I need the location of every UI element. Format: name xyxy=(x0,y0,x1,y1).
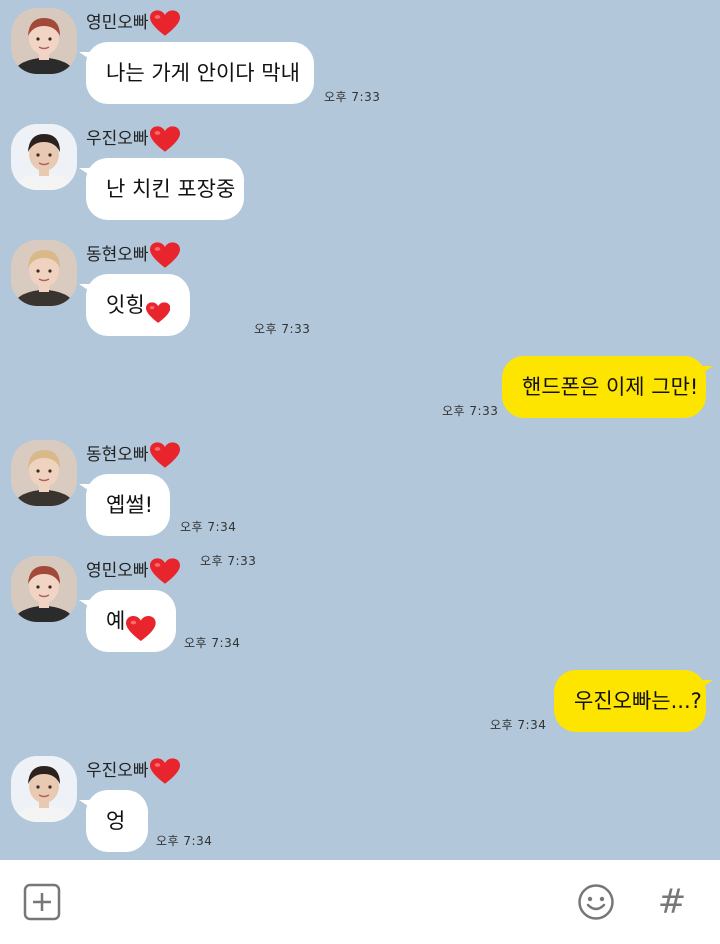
message-bubble[interactable]: 나는 가게 안이다 막내 xyxy=(79,42,314,104)
heart-icon xyxy=(149,9,180,37)
message-text: 엉 xyxy=(106,809,126,833)
chat-area[interactable]: 영민오빠 나는 가게 안이다 막내 오후 7:33 우진오빠 난 치킨 포장중 오후 7:… xyxy=(0,0,720,860)
message-bubble[interactable]: 옙썰! xyxy=(79,474,170,536)
message-text: 예 xyxy=(106,609,126,633)
message-bubble[interactable]: 잇힝 xyxy=(79,274,190,336)
avatar-donghyun[interactable] xyxy=(11,440,77,506)
message-time: 오후 7:34 xyxy=(490,718,547,732)
message-bubble[interactable]: 엉 xyxy=(79,790,148,852)
sender-name-text: 영민오빠 xyxy=(86,561,149,581)
sender-name: 우진오빠 xyxy=(86,124,180,154)
message-time: 오후 7:34 xyxy=(180,520,237,534)
message-text: 우진오빠는...? xyxy=(574,689,702,713)
message-time: 오후 7:33 xyxy=(442,404,499,418)
sender-name-text: 동현오빠 xyxy=(86,245,149,265)
avatar-donghyun[interactable] xyxy=(11,240,77,306)
avatar-woojin[interactable] xyxy=(11,124,77,190)
message-bubble[interactable]: 난 치킨 포장중 xyxy=(79,158,244,220)
message-text: 옙썰! xyxy=(106,493,154,517)
sender-name: 영민오빠 xyxy=(86,8,180,38)
plus-square-icon[interactable] xyxy=(22,882,62,922)
heart-icon xyxy=(149,757,180,785)
sender-name-text: 우진오빠 xyxy=(86,129,149,149)
avatar-woojin[interactable] xyxy=(11,756,77,822)
sender-name-text: 우진오빠 xyxy=(86,761,149,781)
message-text: 나는 가게 안이다 막내 xyxy=(106,61,300,85)
message-time: 오후 7:33 xyxy=(324,90,381,104)
sender-name: 영민오빠 xyxy=(86,556,180,586)
sender-name-text: 영민오빠 xyxy=(86,13,149,33)
avatar-youngmin[interactable] xyxy=(11,556,77,622)
avatar-youngmin[interactable] xyxy=(11,8,77,74)
heart-icon xyxy=(126,606,156,642)
smiley-icon[interactable] xyxy=(576,882,616,922)
hashtag-label: # xyxy=(657,882,687,922)
message-bubble[interactable]: 예 xyxy=(79,590,176,652)
heart-icon xyxy=(145,290,170,323)
hashtag-button[interactable]: # xyxy=(652,882,692,922)
input-bar: # xyxy=(0,860,720,944)
message-text: 핸드폰은 이제 그만! xyxy=(522,375,699,399)
message-text: 잇힝 xyxy=(106,293,145,317)
sender-name-text: 동현오빠 xyxy=(86,445,149,465)
heart-icon xyxy=(149,557,180,585)
message-text: 난 치킨 포장중 xyxy=(106,177,236,201)
message-time: 오후 7:34 xyxy=(156,834,213,848)
sender-name: 동현오빠 xyxy=(86,240,180,270)
heart-icon xyxy=(149,125,180,153)
message-time: 오후 7:33 xyxy=(200,554,257,568)
heart-icon xyxy=(149,241,180,269)
heart-icon xyxy=(149,441,180,469)
message-time: 오후 7:34 xyxy=(184,636,241,650)
sender-name: 우진오빠 xyxy=(86,756,180,786)
message-bubble[interactable]: 우진오빠는...? xyxy=(554,670,713,732)
message-time: 오후 7:33 xyxy=(254,322,311,336)
message-bubble[interactable]: 핸드폰은 이제 그만! xyxy=(502,356,713,418)
sender-name: 동현오빠 xyxy=(86,440,180,470)
